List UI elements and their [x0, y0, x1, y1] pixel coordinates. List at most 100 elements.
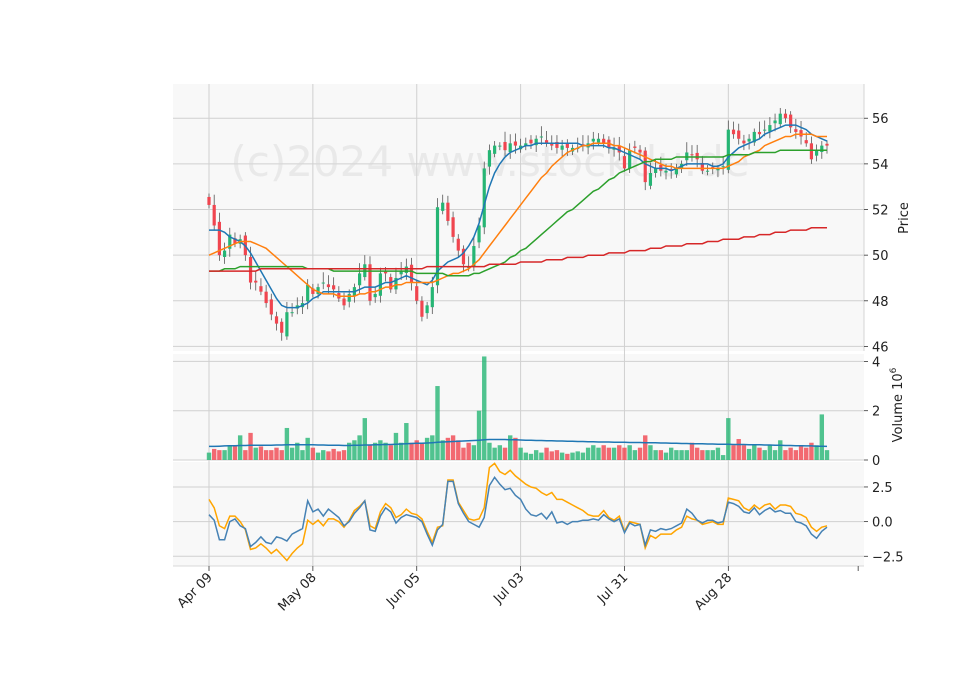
volume-bar	[533, 450, 539, 460]
candle-body	[493, 145, 497, 154]
candle-body	[456, 238, 460, 251]
volume-bar	[798, 445, 804, 460]
candle-body	[373, 293, 377, 298]
volume-bar	[689, 442, 695, 460]
volume-bar	[248, 432, 253, 460]
volume-bar	[263, 450, 269, 460]
x-axis-tick-label: Jun 05	[383, 570, 423, 610]
candle-body	[368, 264, 372, 301]
volume-bar	[575, 451, 580, 460]
volume-bar	[471, 445, 477, 460]
price-axis-label: Price	[897, 202, 912, 234]
candle-body	[383, 271, 388, 274]
volume-bar	[757, 447, 762, 460]
volume-bar	[544, 447, 549, 460]
volume-bar	[383, 442, 388, 460]
volume-bar	[700, 450, 705, 460]
candle-body	[264, 291, 268, 304]
volume-bar	[430, 435, 435, 460]
volume-bar	[679, 450, 684, 460]
volume-bar	[570, 452, 575, 460]
candle-body	[804, 140, 808, 144]
volume-bar	[726, 418, 731, 460]
candle-body	[248, 256, 253, 283]
candle-body	[539, 136, 543, 138]
volume-bar	[752, 445, 757, 460]
indicator-tick-label: −2.5	[872, 550, 904, 565]
candle-body	[529, 139, 533, 144]
volume-bar	[565, 453, 570, 460]
candle-body	[425, 305, 429, 314]
candle-body	[726, 129, 730, 170]
x-axis-tick-label: Jul 03	[490, 570, 527, 607]
candle-body	[446, 202, 450, 221]
x-axis-tick-label: May 08	[275, 570, 319, 614]
candle-body	[747, 138, 751, 142]
volume-bar	[783, 450, 788, 460]
candle-body	[705, 170, 710, 172]
volume-bar	[409, 442, 414, 460]
volume-bar	[206, 452, 212, 460]
volume-bar	[217, 450, 222, 460]
volume-bar	[705, 450, 710, 460]
volume-bar	[310, 447, 316, 460]
volume-bar	[606, 447, 612, 460]
volume-bar	[741, 445, 747, 460]
candle-body	[306, 284, 310, 302]
volume-bar	[637, 447, 643, 460]
candle-body	[420, 300, 424, 317]
candle-body	[783, 113, 788, 119]
volume-bar	[341, 450, 347, 460]
volume-bar	[658, 450, 664, 460]
volume-bar	[243, 450, 248, 460]
candle-body	[773, 120, 777, 124]
volume-bar	[632, 450, 638, 460]
volume-bar	[648, 445, 653, 460]
volume-bar	[258, 446, 264, 460]
volume-bar	[731, 445, 736, 460]
volume-bar	[487, 442, 492, 460]
candle-body	[763, 129, 767, 131]
volume-bar	[591, 445, 596, 460]
candle-body	[757, 131, 762, 135]
volume-bar	[710, 450, 715, 460]
price-tick-label: 46	[872, 340, 889, 355]
candle-body	[565, 143, 569, 148]
candle-body	[638, 149, 642, 153]
volume-bar	[824, 450, 830, 460]
candle-body	[695, 152, 699, 160]
candle-body	[690, 154, 694, 156]
candle-body	[768, 125, 772, 132]
candle-body	[415, 286, 419, 301]
volume-tick-label: 4	[872, 355, 880, 370]
candle-body	[643, 150, 647, 183]
price-panel-bg	[173, 84, 864, 351]
candle-body	[254, 280, 258, 283]
candle-body	[591, 138, 595, 142]
x-axis-tick-label: Jul 31	[594, 570, 631, 607]
volume-bar	[554, 450, 560, 460]
candle-body	[778, 113, 782, 125]
volume-bar	[601, 445, 606, 460]
candle-body	[409, 264, 414, 283]
volume-bar	[684, 450, 689, 460]
volume-tick-label: 0	[872, 454, 880, 469]
volume-bar	[253, 447, 258, 460]
candle-body	[451, 217, 455, 237]
candle-body	[815, 150, 819, 156]
volume-bar	[669, 447, 674, 460]
volume-bar	[232, 445, 238, 460]
candle-body	[290, 312, 294, 314]
volume-bar	[289, 447, 295, 460]
indicator-tick-label: 0.0	[872, 516, 893, 531]
volume-bar	[326, 451, 331, 460]
volume-bar	[393, 432, 399, 460]
volume-bar	[269, 450, 274, 460]
volume-tick-label: 2	[872, 405, 880, 420]
candle-body	[742, 140, 746, 144]
volume-bar	[357, 435, 362, 460]
candle-body	[487, 150, 492, 167]
candle-body	[212, 204, 216, 226]
volume-bar	[694, 447, 700, 460]
candle-body	[560, 145, 564, 150]
